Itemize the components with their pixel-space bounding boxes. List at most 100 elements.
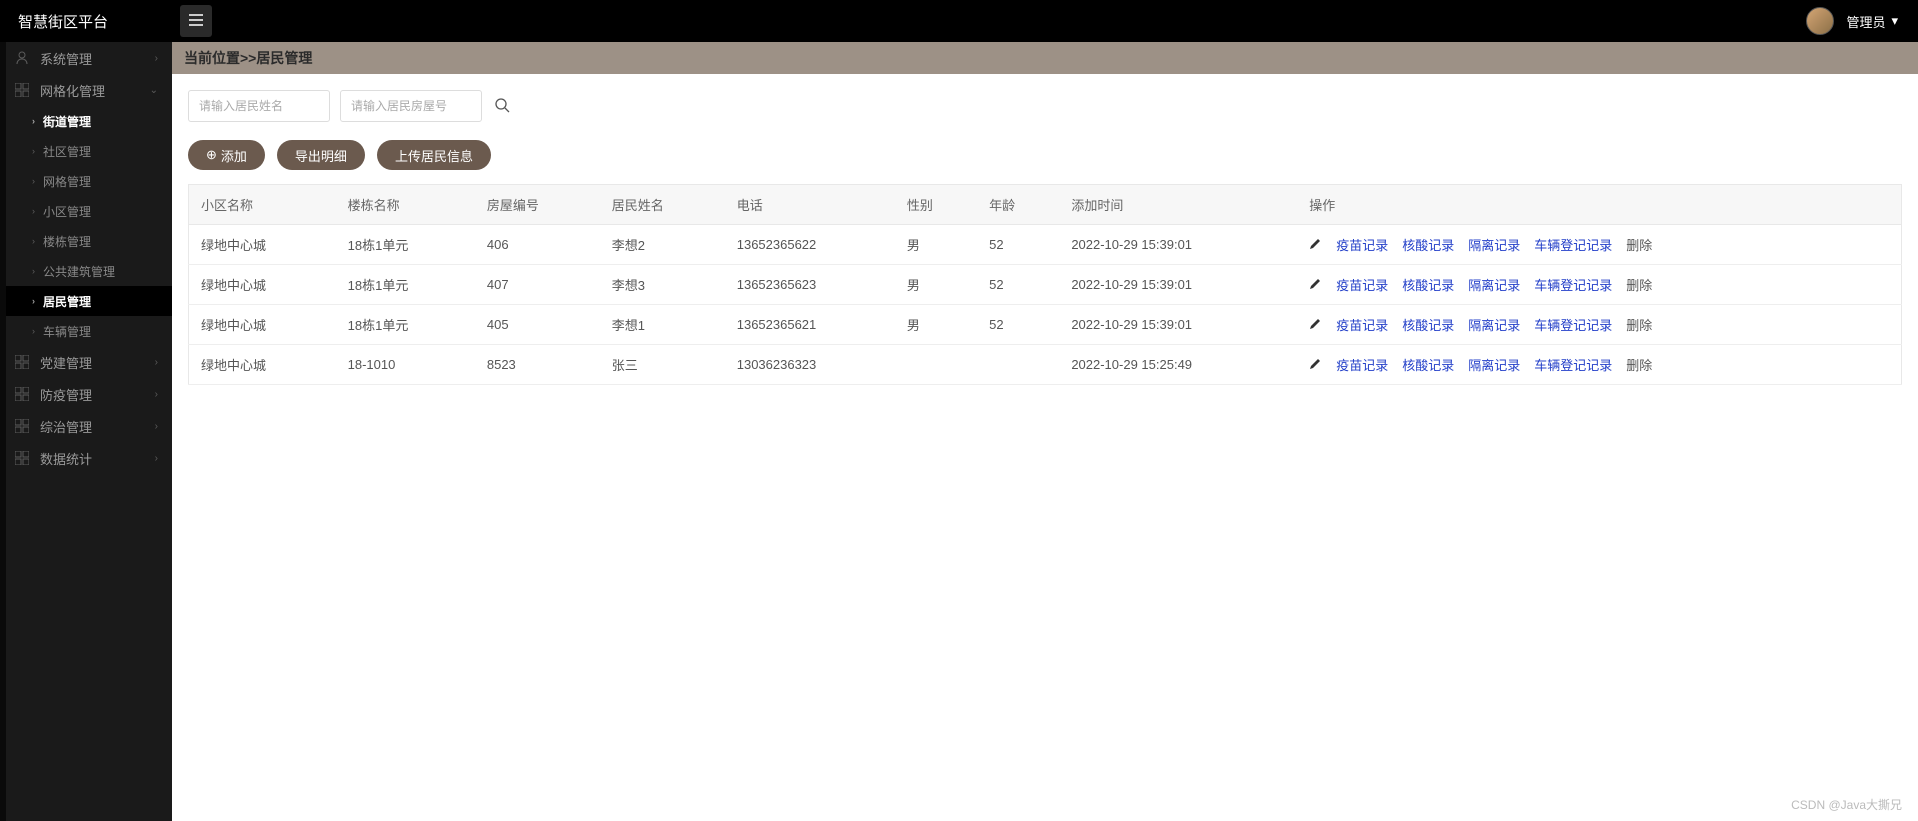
- user-menu[interactable]: 管理员 ▾: [1846, 12, 1898, 31]
- isolate-record-link[interactable]: 隔离记录: [1468, 275, 1520, 294]
- vehicle-record-link[interactable]: 车辆登记记录: [1534, 275, 1612, 294]
- submenu-label: 街道管理: [43, 113, 91, 130]
- edit-icon[interactable]: [1309, 237, 1322, 253]
- export-button-label: 导出明细: [295, 146, 347, 165]
- vaccine-record-link[interactable]: 疫苗记录: [1336, 355, 1388, 374]
- upload-button[interactable]: 上传居民信息: [377, 140, 491, 170]
- table-row: 绿地中心城18栋1单元407李想313652365623男522022-10-2…: [189, 265, 1902, 305]
- operations-cell: 疫苗记录核酸记录隔离记录车辆登记记录删除: [1297, 305, 1901, 345]
- isolate-record-link[interactable]: 隔离记录: [1468, 355, 1520, 374]
- menu-icon: [14, 450, 30, 466]
- table-cell: 男: [895, 305, 977, 345]
- sidebar-submenu-1-4[interactable]: ›楼栋管理: [0, 226, 172, 256]
- sidebar-submenu-1-7[interactable]: › 车辆管理: [0, 316, 172, 346]
- avatar[interactable]: [1806, 7, 1834, 35]
- vaccine-record-link[interactable]: 疫苗记录: [1336, 275, 1388, 294]
- caret-down-icon: ▾: [1891, 13, 1898, 29]
- vehicle-record-link[interactable]: 车辆登记记录: [1534, 235, 1612, 254]
- nucleic-record-link[interactable]: 核酸记录: [1402, 275, 1454, 294]
- nucleic-record-link[interactable]: 核酸记录: [1402, 235, 1454, 254]
- table-cell: 2022-10-29 15:25:49: [1059, 345, 1297, 385]
- chevron-right-icon: ›: [32, 296, 35, 306]
- edit-icon[interactable]: [1309, 357, 1322, 373]
- topbar: 智慧街区平台 管理员 ▾: [0, 0, 1918, 42]
- isolate-record-link[interactable]: 隔离记录: [1468, 315, 1520, 334]
- submenu-label: 社区管理: [43, 143, 91, 160]
- table-cell: 407: [475, 265, 600, 305]
- operations-cell: 疫苗记录核酸记录隔离记录车辆登记记录删除: [1297, 265, 1901, 305]
- sidebar-menu-2[interactable]: 党建管理›: [0, 346, 172, 378]
- edit-icon[interactable]: [1309, 277, 1322, 293]
- sidebar-menu-5[interactable]: 数据统计›: [0, 442, 172, 474]
- table-cell: 张三: [600, 345, 725, 385]
- delete-link[interactable]: 删除: [1626, 355, 1652, 374]
- sidebar-submenu-1-2[interactable]: ›网格管理: [0, 166, 172, 196]
- export-button[interactable]: 导出明细: [277, 140, 365, 170]
- table-cell: 2022-10-29 15:39:01: [1059, 305, 1297, 345]
- topbar-right: 管理员 ▾: [1806, 7, 1918, 35]
- search-button[interactable]: [492, 96, 512, 116]
- upload-button-label: 上传居民信息: [395, 146, 473, 165]
- resident-name-input[interactable]: [188, 90, 330, 122]
- chevron-icon: ›: [155, 357, 158, 368]
- chevron-right-icon: ›: [32, 236, 35, 246]
- sidebar-menu-4[interactable]: 综治管理›: [0, 410, 172, 442]
- menu-label: 系统管理: [40, 49, 92, 68]
- table-cell: 13652365622: [725, 225, 895, 265]
- isolate-record-link[interactable]: 隔离记录: [1468, 235, 1520, 254]
- table-cell: 406: [475, 225, 600, 265]
- nucleic-record-link[interactable]: 核酸记录: [1402, 355, 1454, 374]
- table-cell: 18-1010: [336, 345, 475, 385]
- main-content: 当前位置>>居民管理 ⊕ 添加 导出明细 上传居民信息 小区名称: [172, 42, 1918, 401]
- table-cell: 13652365621: [725, 305, 895, 345]
- menu-label: 综治管理: [40, 417, 92, 436]
- sidebar-menu-0[interactable]: 系统管理 ›: [0, 42, 172, 74]
- vaccine-record-link[interactable]: 疫苗记录: [1336, 315, 1388, 334]
- delete-link[interactable]: 删除: [1626, 235, 1652, 254]
- table-header: 楼栋名称: [336, 185, 475, 225]
- chevron-icon: ›: [155, 389, 158, 400]
- table-cell: 13036236323: [725, 345, 895, 385]
- room-number-input[interactable]: [340, 90, 482, 122]
- table-cell: 李想2: [600, 225, 725, 265]
- table-cell: 13652365623: [725, 265, 895, 305]
- table-cell: 8523: [475, 345, 600, 385]
- table-header: 年龄: [977, 185, 1059, 225]
- action-row: ⊕ 添加 导出明细 上传居民信息: [188, 140, 1902, 170]
- table-cell: 男: [895, 225, 977, 265]
- sidebar-submenu-1-6[interactable]: ›居民管理: [0, 286, 172, 316]
- vehicle-record-link[interactable]: 车辆登记记录: [1534, 315, 1612, 334]
- table-cell: 18栋1单元: [336, 265, 475, 305]
- sidebar-submenu-1-1[interactable]: ›社区管理: [0, 136, 172, 166]
- sidebar-submenu-1-5[interactable]: ›公共建筑管理: [0, 256, 172, 286]
- chevron-right-icon: ›: [32, 176, 35, 186]
- table-cell: [895, 345, 977, 385]
- edit-icon[interactable]: [1309, 317, 1322, 333]
- add-button[interactable]: ⊕ 添加: [188, 140, 265, 170]
- submenu-label: 车辆管理: [43, 323, 91, 340]
- sidebar-menu-3[interactable]: 防疫管理 ›: [0, 378, 172, 410]
- sidebar-submenu-1-0[interactable]: ›街道管理: [0, 106, 172, 136]
- table-cell: 绿地中心城: [189, 345, 336, 385]
- table-row: 绿地中心城18-10108523张三13036236323 2022-10-29 …: [189, 345, 1902, 385]
- sidebar-toggle-button[interactable]: [180, 5, 212, 37]
- table-row: 绿地中心城18栋1单元406李想213652365622男522022-10-2…: [189, 225, 1902, 265]
- vaccine-record-link[interactable]: 疫苗记录: [1336, 235, 1388, 254]
- watermark: CSDN @Java大撕兄: [1791, 796, 1902, 813]
- nucleic-record-link[interactable]: 核酸记录: [1402, 315, 1454, 334]
- menu-label: 防疫管理: [40, 385, 92, 404]
- sidebar-scrollbar[interactable]: [0, 42, 6, 821]
- vehicle-record-link[interactable]: 车辆登记记录: [1534, 355, 1612, 374]
- chevron-right-icon: ›: [32, 326, 35, 336]
- user-role-label: 管理员: [1846, 12, 1885, 31]
- delete-link[interactable]: 删除: [1626, 315, 1652, 334]
- operations-cell: 疫苗记录核酸记录隔离记录车辆登记记录删除: [1297, 345, 1901, 385]
- operations-cell: 疫苗记录核酸记录隔离记录车辆登记记录删除: [1297, 225, 1901, 265]
- table-cell: 52: [977, 305, 1059, 345]
- search-row: [188, 90, 1902, 122]
- sidebar-menu-1[interactable]: 网格化管理⌄: [0, 74, 172, 106]
- table-header: 小区名称: [189, 185, 336, 225]
- sidebar-submenu-1-3[interactable]: ›小区管理: [0, 196, 172, 226]
- chevron-icon: ›: [155, 53, 158, 64]
- delete-link[interactable]: 删除: [1626, 275, 1652, 294]
